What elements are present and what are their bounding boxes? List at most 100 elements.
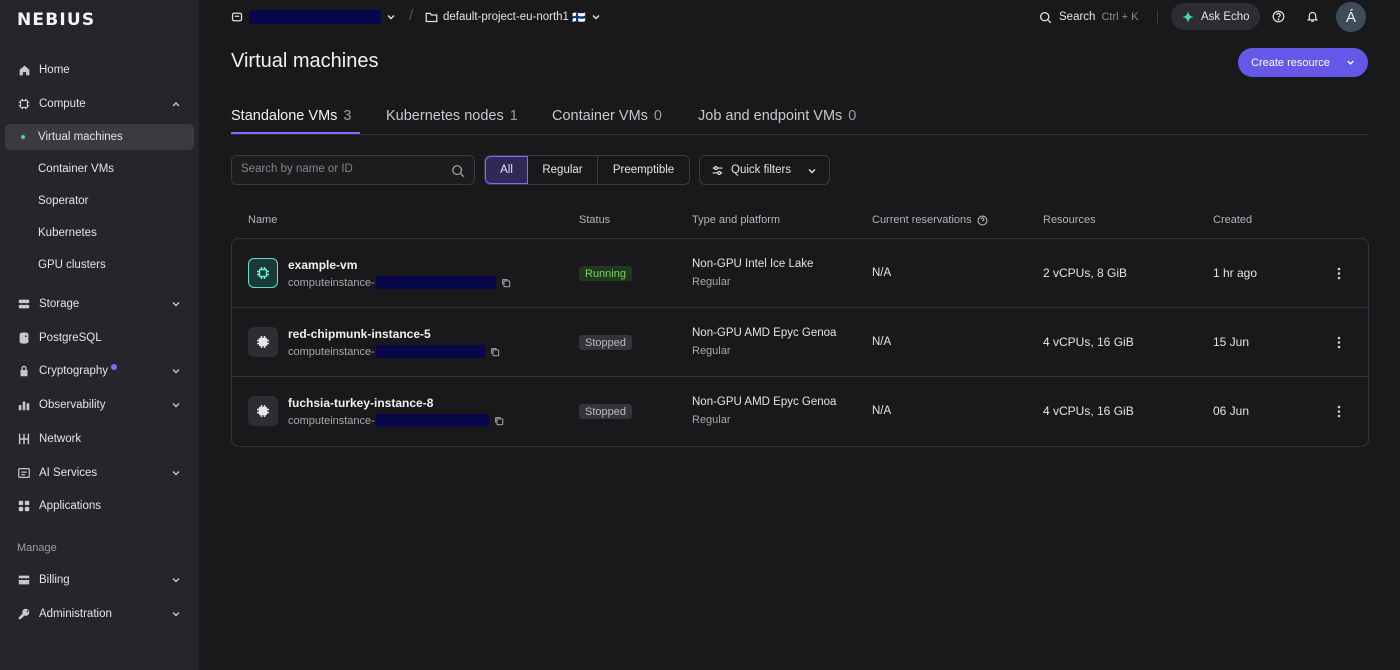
table-row[interactable]: red-chipmunk-instance-5 computeinstance-… (232, 308, 1368, 377)
tenant-selector[interactable] (231, 9, 397, 25)
vm-name[interactable]: fuchsia-turkey-instance-8 (288, 396, 433, 410)
column-header-resources[interactable]: Resources (1043, 214, 1096, 226)
vm-id-redacted (375, 345, 485, 358)
vm-resources: 2 vCPUs, 8 GiB (1043, 266, 1128, 280)
column-header-created[interactable]: Created (1213, 214, 1252, 226)
chip-icon (248, 327, 278, 357)
vm-id-prefix: computeinstance- (288, 345, 375, 358)
notifications-button[interactable] (1305, 9, 1320, 24)
sidebar-item-label: AI Services (39, 467, 98, 479)
sidebar-item-container-vms[interactable]: Container VMs (5, 156, 194, 182)
vm-reservations: N/A (872, 336, 892, 348)
quick-filters-button[interactable]: Quick filters (699, 155, 830, 185)
column-header-type[interactable]: Type and platform (692, 214, 780, 226)
chevron-down-icon (172, 369, 180, 374)
copy-icon[interactable] (490, 347, 500, 357)
sidebar-item-ai-services[interactable]: AI Services (5, 460, 194, 486)
column-header-reservations[interactable]: Current reservations (872, 214, 988, 226)
vm-id-redacted (375, 276, 496, 289)
help-icon[interactable] (977, 214, 988, 226)
column-header-label: Current reservations (872, 214, 972, 226)
sidebar-item-home[interactable]: Home (5, 57, 194, 83)
copy-icon[interactable] (494, 416, 504, 426)
sidebar-item-label: Virtual machines (38, 131, 123, 143)
sidebar-item-label: Administration (39, 608, 112, 620)
tab-standalone-vms[interactable]: Standalone VMs 3 (231, 108, 351, 124)
sidebar-item-soperator[interactable]: Soperator (5, 188, 194, 214)
vm-type-filter: All Regular Preemptible (484, 155, 690, 185)
sidebar-item-label: Billing (39, 574, 70, 586)
vm-reservations: N/A (872, 267, 892, 279)
sidebar-item-storage[interactable]: Storage (5, 291, 194, 317)
filter-all[interactable]: All (485, 156, 528, 184)
sidebar-item-postgresql[interactable]: PostgreSQL (5, 325, 194, 351)
ask-echo-button[interactable]: Ask Echo (1171, 3, 1260, 30)
vm-name[interactable]: red-chipmunk-instance-5 (288, 327, 431, 341)
sidebar-item-compute[interactable]: Compute (5, 91, 194, 117)
sidebar-item-virtual-machines[interactable]: Virtual machines (5, 124, 194, 150)
quick-filters-label: Quick filters (731, 164, 792, 176)
sidebar-item-administration[interactable]: Administration (5, 601, 194, 627)
ask-echo-label: Ask Echo (1201, 10, 1250, 23)
vm-preemption: Regular (692, 345, 731, 357)
search-input[interactable] (241, 163, 441, 175)
sidebar-item-label: Cryptography (39, 365, 109, 377)
sidebar-item-label: Home (39, 64, 70, 76)
column-header-status[interactable]: Status (579, 214, 610, 226)
notification-dot (111, 364, 118, 370)
row-actions-menu[interactable] (1332, 403, 1346, 419)
project-name: default-project-eu-north1 (443, 11, 569, 23)
apps-icon (17, 499, 31, 513)
filter-regular[interactable]: Regular (528, 156, 598, 184)
active-tab-indicator (231, 132, 360, 134)
global-search-button[interactable]: Search Ctrl + K (1039, 0, 1138, 34)
help-button[interactable] (1271, 9, 1286, 24)
tab-container-vms[interactable]: Container VMs 0 (552, 108, 662, 124)
sidebar-item-label: Applications (39, 500, 102, 512)
sidebar-item-applications[interactable]: Applications (5, 493, 194, 519)
sidebar-item-label: Observability (39, 399, 106, 411)
row-actions-menu[interactable] (1332, 334, 1346, 350)
create-resource-button[interactable]: Create resource (1238, 48, 1368, 77)
row-actions-menu[interactable] (1332, 265, 1346, 281)
vm-resources: 4 vCPUs, 16 GiB (1043, 335, 1134, 349)
active-dot (21, 135, 25, 139)
sidebar-item-label: Network (39, 433, 82, 445)
tab-job-endpoint-vms[interactable]: Job and endpoint VMs 0 (698, 108, 856, 124)
tab-count: 0 (653, 108, 662, 124)
search-icon (452, 165, 465, 178)
sidebar-item-billing[interactable]: Billing (5, 567, 194, 593)
vm-name[interactable]: example-vm (288, 258, 357, 272)
ai-icon (17, 466, 31, 480)
table-row[interactable]: fuchsia-turkey-instance-8 computeinstanc… (232, 377, 1368, 446)
sidebar-item-gpu-clusters[interactable]: GPU clusters (5, 252, 194, 278)
chevron-down-icon (387, 15, 395, 20)
sidebar-item-observability[interactable]: Observability (5, 392, 194, 418)
tab-kubernetes-nodes[interactable]: Kubernetes nodes 1 (386, 108, 518, 124)
chip-icon (248, 258, 278, 288)
vm-created: 15 Jun (1213, 335, 1250, 349)
sidebar-item-label: Compute (39, 98, 86, 110)
chevron-down-icon (172, 612, 180, 617)
page-title: Virtual machines (231, 50, 379, 72)
storage-icon (17, 297, 31, 311)
create-resource-label: Create resource (1251, 56, 1330, 69)
avatar[interactable]: Á (1336, 2, 1366, 32)
nebius-logo[interactable]: NEBIUS (17, 10, 95, 30)
vm-search (231, 155, 475, 185)
vm-platform: Non-GPU AMD Epyc Genoa (692, 396, 837, 408)
column-header-name[interactable]: Name (248, 214, 277, 226)
project-selector[interactable]: default-project-eu-north1 🇫🇮 (425, 9, 602, 25)
table-row[interactable]: example-vm computeinstance- Running Non-… (232, 239, 1368, 308)
vm-id-prefix: computeinstance- (288, 414, 375, 427)
sidebar-item-cryptography[interactable]: Cryptography (5, 358, 194, 384)
chevron-down-icon (172, 403, 180, 408)
vm-id: computeinstance- (288, 345, 500, 358)
sidebar-item-network[interactable]: Network (5, 426, 194, 452)
vm-preemption: Regular (692, 276, 731, 288)
sidebar-item-kubernetes[interactable]: Kubernetes (5, 220, 194, 246)
help-icon (1272, 10, 1285, 23)
copy-icon[interactable] (501, 278, 511, 288)
vm-tabs: Standalone VMs 3 Kubernetes nodes 1 Contai… (231, 105, 1368, 135)
filter-preemptible[interactable]: Preemptible (598, 156, 689, 184)
